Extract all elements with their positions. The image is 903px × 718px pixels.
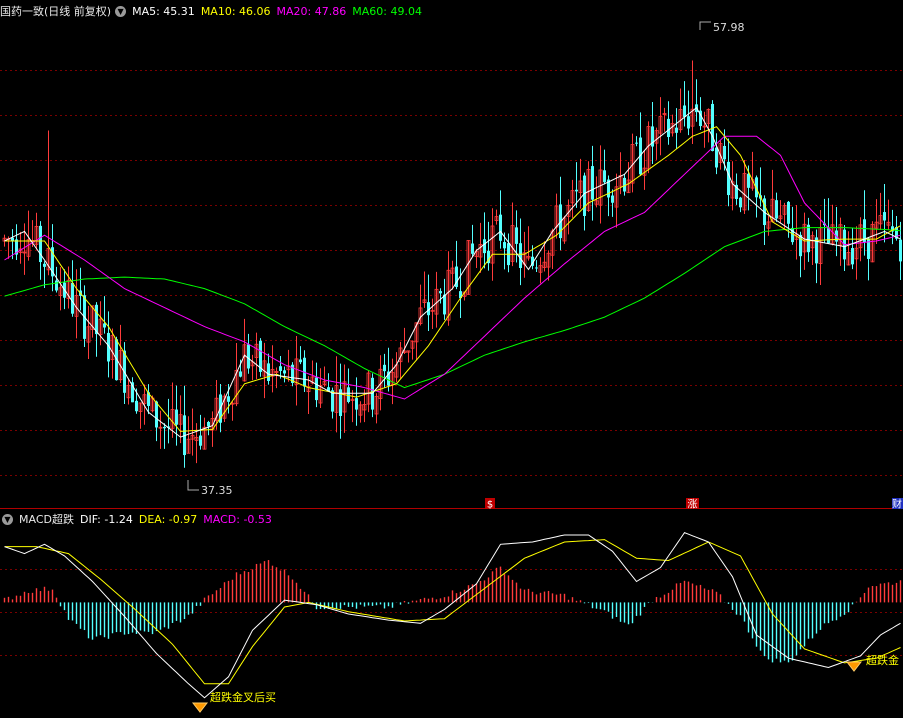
main-legend: 国药一致(日线 前复权) ▼ MA5: 45.31 MA10: 46.06 MA… xyxy=(0,1,428,21)
candle-body xyxy=(135,400,138,412)
candle-body xyxy=(683,105,686,117)
candle-body xyxy=(227,396,230,402)
candle-body xyxy=(43,263,46,267)
candle-body xyxy=(443,294,446,315)
candle-body xyxy=(611,195,614,203)
candle-body xyxy=(723,145,726,160)
buy-signal-1-label: 超跌金叉后买 xyxy=(210,690,276,704)
candle-body xyxy=(775,200,778,219)
candle-body xyxy=(355,398,358,410)
candle-body xyxy=(163,426,166,429)
candle-body xyxy=(519,243,522,268)
buy-signal-1[interactable]: 超跌金叉后买 xyxy=(191,690,276,713)
candle-body xyxy=(575,189,578,192)
candle-body xyxy=(603,170,606,183)
macd-histogram xyxy=(3,560,902,663)
svg-text:$: $ xyxy=(487,500,493,511)
high-marker: 57.98 xyxy=(699,21,745,34)
candle-body xyxy=(827,228,830,244)
candle-body xyxy=(807,224,810,253)
candle-body xyxy=(687,116,690,129)
candle-body xyxy=(727,161,730,196)
candle-body xyxy=(635,142,638,144)
svg-text:涨: 涨 xyxy=(688,499,698,511)
stock-title[interactable]: 国药一致(日线 前复权) xyxy=(0,3,111,19)
candle-body xyxy=(103,323,106,328)
candle-body xyxy=(299,359,302,363)
ma10-value: MA10: 46.06 xyxy=(200,4,271,18)
candle-body xyxy=(267,363,270,381)
buy-signal-2[interactable]: 超跌金 xyxy=(845,653,899,672)
dea-value: DEA: -0.97 xyxy=(138,512,198,526)
candle-body xyxy=(535,267,538,269)
candle-body xyxy=(55,280,58,291)
candle-body xyxy=(667,118,670,138)
candle-body xyxy=(239,371,242,377)
candle-body xyxy=(883,212,886,221)
candlesticks xyxy=(2,60,902,468)
event-marker-3[interactable]: 财 xyxy=(892,498,903,511)
event-marker-2[interactable]: 涨 xyxy=(686,498,699,511)
candle-body xyxy=(471,243,474,254)
low-marker: 37.35 xyxy=(187,480,233,497)
candle-body xyxy=(207,421,210,427)
grid-lines xyxy=(0,70,903,656)
candle-body xyxy=(347,387,350,402)
svg-text:财: 财 xyxy=(892,498,902,511)
ma60-value: MA60: 49.04 xyxy=(352,4,422,18)
candle-body xyxy=(851,248,854,265)
ma5-value: MA5: 45.31 xyxy=(132,4,195,18)
candle-body xyxy=(279,366,282,371)
candle-body xyxy=(71,282,74,314)
candle-body xyxy=(899,239,902,262)
candle-body xyxy=(439,291,442,294)
candle-body xyxy=(247,344,250,369)
buy-signal-2-label: 超跌金 xyxy=(866,653,899,667)
dif-value: DIF: -1.24 xyxy=(79,512,133,526)
candle-body xyxy=(175,409,178,425)
candle-body xyxy=(591,166,594,200)
macd-lines xyxy=(4,531,901,699)
candle-body xyxy=(155,401,158,428)
candle-body xyxy=(515,227,518,244)
stock-chart[interactable]: 57.98 37.35 $ 涨 财 超跌金叉后买 超跌金 xyxy=(0,0,903,718)
indicator-title[interactable]: MACD超跌 xyxy=(19,511,74,527)
candle-body xyxy=(747,173,750,188)
ma60-line xyxy=(4,227,901,389)
macd-legend: ▼ MACD超跌 DIF: -1.24 DEA: -0.97 MACD: -0.… xyxy=(0,509,278,529)
candle-body xyxy=(675,127,678,133)
chevron-down-icon[interactable]: ▼ xyxy=(2,513,13,525)
candle-body xyxy=(715,147,718,168)
candle-body xyxy=(739,197,742,208)
candle-body xyxy=(199,435,202,446)
high-label: 57.98 xyxy=(713,21,745,34)
dea-line xyxy=(4,539,901,685)
macd-value: MACD: -0.53 xyxy=(203,512,272,526)
ma20-value: MA20: 47.86 xyxy=(276,4,347,18)
candle-body xyxy=(283,370,286,374)
candle-body xyxy=(499,214,502,241)
candle-body xyxy=(787,201,790,224)
candle-body xyxy=(383,364,386,372)
dif-line xyxy=(4,531,901,699)
candle-body xyxy=(483,239,486,254)
chevron-down-icon[interactable]: ▼ xyxy=(115,5,127,17)
low-label: 37.35 xyxy=(201,484,233,497)
candle-body xyxy=(583,175,586,216)
candle-body xyxy=(503,242,506,249)
event-marker-1[interactable]: $ xyxy=(485,498,495,511)
